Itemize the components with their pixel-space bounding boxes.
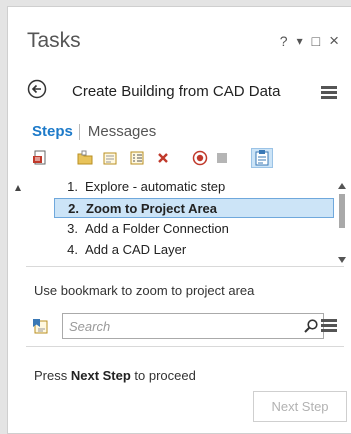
bookmark-menu-button[interactable] [321,319,337,333]
list-item[interactable]: 4. Add a CAD Layer [54,240,334,260]
list-item[interactable]: 1. Explore - automatic step [54,177,334,197]
steps-toolbar [32,148,282,170]
search-icon[interactable] [303,318,319,334]
steps-list: 1. Explore - automatic step 2. Zoom to Pro… [34,177,346,265]
properties-list-icon[interactable] [129,150,145,166]
restore-icon[interactable]: □ [312,33,320,49]
scroll-down-icon[interactable] [338,257,346,263]
chevron-down-icon[interactable]: ▾ [297,33,303,49]
back-button[interactable] [27,79,47,99]
back-arrow-icon [27,79,47,99]
task-title: Create Building from CAD Data [72,83,281,100]
task-menu-button[interactable] [321,86,337,100]
close-icon[interactable]: × [329,32,339,49]
next-step-button[interactable]: Next Step [253,391,347,422]
search-field [62,313,324,339]
tab-steps[interactable]: Steps [32,123,73,140]
bookmark-icon[interactable] [32,318,50,336]
collapse-icon[interactable] [15,185,21,191]
pane-title: Tasks [27,29,81,52]
open-folder-icon[interactable] [77,150,93,166]
list-item-selected[interactable]: 2. Zoom to Project Area [54,198,334,218]
checklist-icon[interactable] [102,150,118,166]
tab-bar: Steps Messages [32,123,156,140]
proceed-hint: Press Next Step to proceed [34,368,196,383]
list-item[interactable]: 3. Add a Folder Connection [54,219,334,239]
task-report-icon[interactable] [32,150,48,166]
tab-messages[interactable]: Messages [88,123,156,140]
scrollbar-thumb[interactable] [339,194,345,228]
search-input[interactable] [63,314,295,338]
delete-icon[interactable] [155,150,171,166]
record-icon[interactable] [192,150,208,166]
divider [26,266,344,267]
help-icon[interactable]: ? [280,33,288,49]
window-controls: ? ▾ □ × [280,32,339,49]
clipboard-icon[interactable] [251,148,273,168]
scroll-up-icon[interactable] [338,183,346,189]
tasks-pane: Tasks ? ▾ □ × Create Building from CAD D… [7,6,351,434]
step-instruction: Use bookmark to zoom to project area [34,283,255,298]
divider [26,346,344,347]
stop-icon[interactable] [214,150,230,166]
tab-divider [78,123,80,140]
